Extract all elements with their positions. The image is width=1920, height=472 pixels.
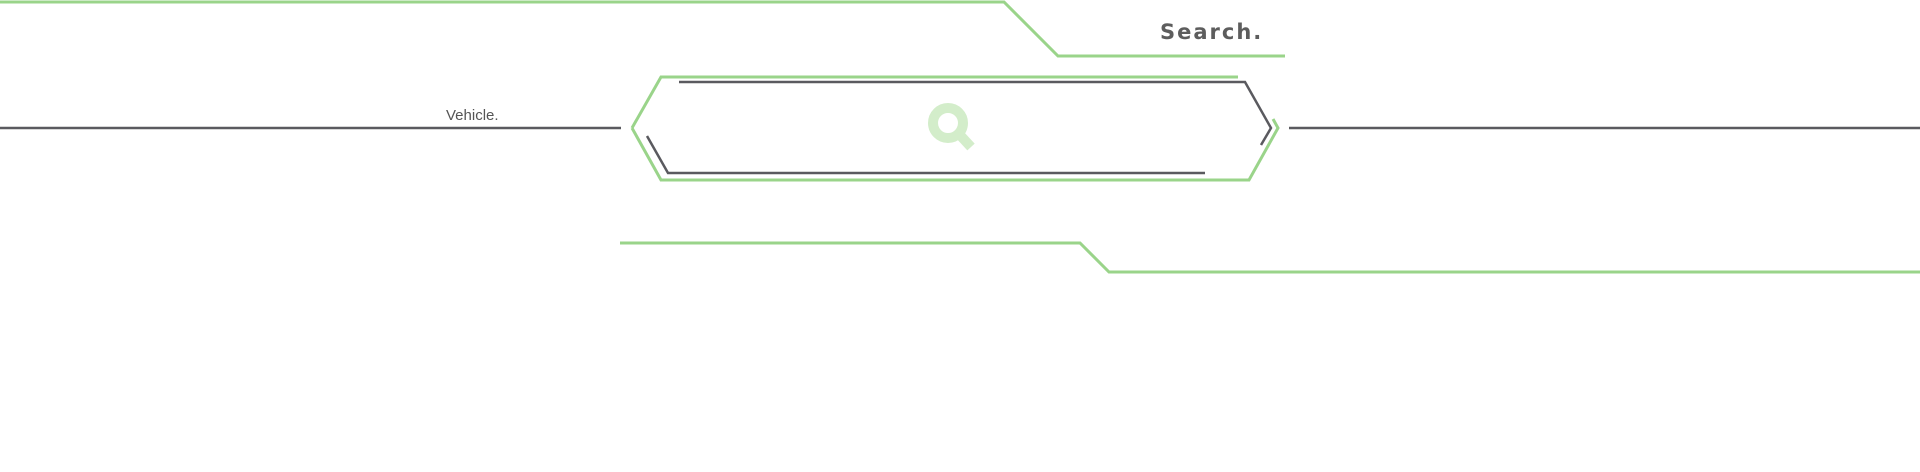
frame-decoration xyxy=(0,0,1920,274)
bottom-accent-line xyxy=(620,241,1920,274)
search-button[interactable] xyxy=(910,93,990,165)
search-panel: Search. Vehicle. xyxy=(0,0,1920,472)
search-icon xyxy=(928,103,975,151)
top-accent-line xyxy=(0,0,1285,58)
vehicle-label: Vehicle. xyxy=(446,107,499,124)
page-title: Search. xyxy=(1160,20,1264,44)
